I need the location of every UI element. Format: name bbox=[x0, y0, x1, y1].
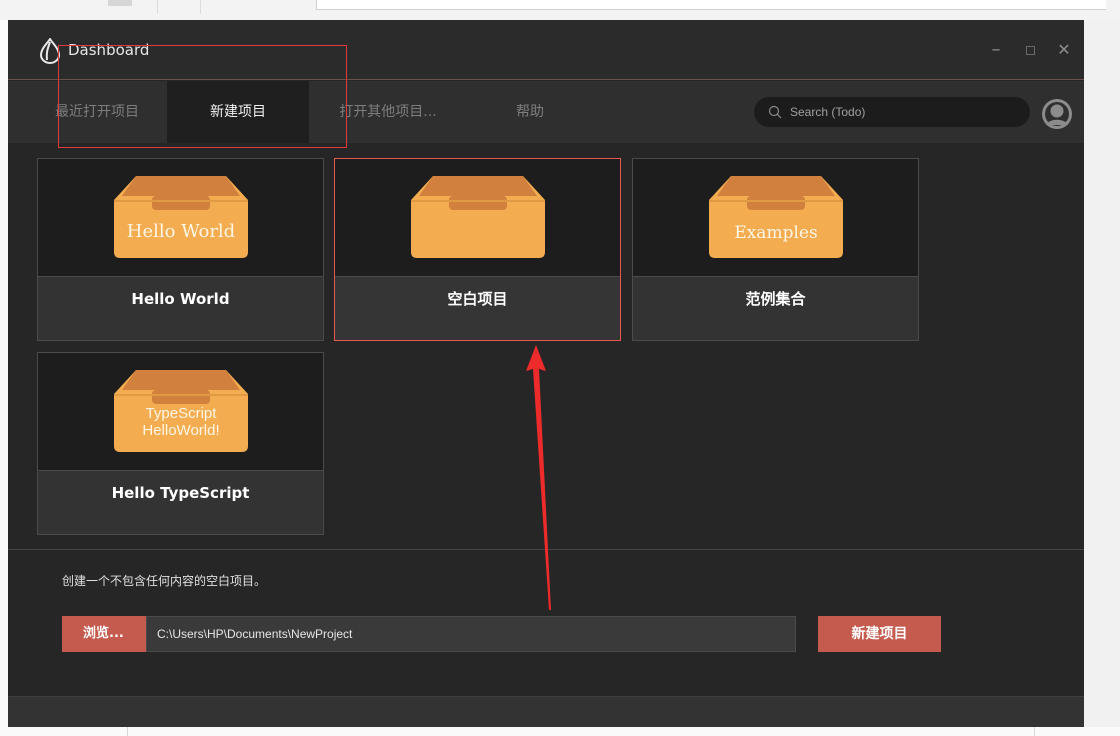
background-bottom-edge bbox=[0, 727, 1120, 736]
user-avatar-icon[interactable] bbox=[1041, 98, 1073, 130]
box-icon bbox=[411, 176, 545, 258]
template-thumbnail bbox=[335, 159, 620, 276]
template-name: 范例集合 bbox=[633, 276, 918, 340]
box-label-line: TypeScript bbox=[145, 405, 217, 422]
background-divider bbox=[1034, 727, 1035, 736]
template-thumbnail: Examples bbox=[633, 159, 918, 276]
template-name: 空白项目 bbox=[335, 276, 620, 340]
background-tab-marker bbox=[108, 0, 132, 6]
box-label-line: HelloWorld! bbox=[142, 422, 220, 439]
window-controls: – ✕ bbox=[984, 38, 1076, 62]
browse-button[interactable]: 浏览... bbox=[62, 616, 146, 652]
close-button[interactable]: ✕ bbox=[1052, 38, 1076, 62]
status-bar bbox=[8, 696, 1084, 727]
template-card-hello-world[interactable]: Hello World Hello World bbox=[37, 158, 324, 341]
box-label: TypeScript HelloWorld! bbox=[114, 405, 248, 439]
background-toolbar bbox=[0, 0, 1120, 20]
background-divider bbox=[200, 0, 201, 14]
annotation-arrow-icon bbox=[526, 345, 551, 610]
search-box[interactable] bbox=[754, 97, 1030, 127]
background-divider bbox=[127, 727, 128, 736]
maximize-button[interactable] bbox=[1018, 38, 1042, 62]
template-card-blank-project[interactable]: 空白项目 bbox=[334, 158, 621, 341]
background-pane bbox=[316, 0, 1106, 10]
background-divider bbox=[157, 0, 158, 14]
box-icon bbox=[114, 176, 248, 258]
tab-help[interactable]: 帮助 bbox=[498, 81, 562, 143]
search-input[interactable] bbox=[788, 101, 1018, 123]
template-description: 创建一个不包含任何内容的空白项目。 bbox=[62, 574, 267, 588]
create-project-button[interactable]: 新建项目 bbox=[818, 616, 941, 652]
template-card-examples[interactable]: Examples 范例集合 bbox=[632, 158, 919, 341]
template-card-hello-typescript[interactable]: TypeScript HelloWorld! Hello TypeScript bbox=[37, 352, 324, 535]
box-icon bbox=[709, 176, 843, 258]
template-thumbnail: Hello World bbox=[38, 159, 323, 276]
annotation-highlight-box bbox=[58, 45, 347, 148]
background-left-edge bbox=[0, 20, 8, 736]
maximize-icon bbox=[1025, 46, 1035, 55]
box-label: Hello World bbox=[126, 221, 236, 242]
project-path-field[interactable]: C:\Users\HP\Documents\NewProject bbox=[146, 616, 796, 652]
template-name: Hello World bbox=[38, 276, 323, 340]
minimize-button[interactable]: – bbox=[984, 38, 1008, 62]
search-icon bbox=[768, 105, 782, 119]
template-thumbnail: TypeScript HelloWorld! bbox=[38, 353, 323, 470]
box-label: Examples bbox=[734, 223, 818, 243]
template-name: Hello TypeScript bbox=[38, 470, 323, 534]
